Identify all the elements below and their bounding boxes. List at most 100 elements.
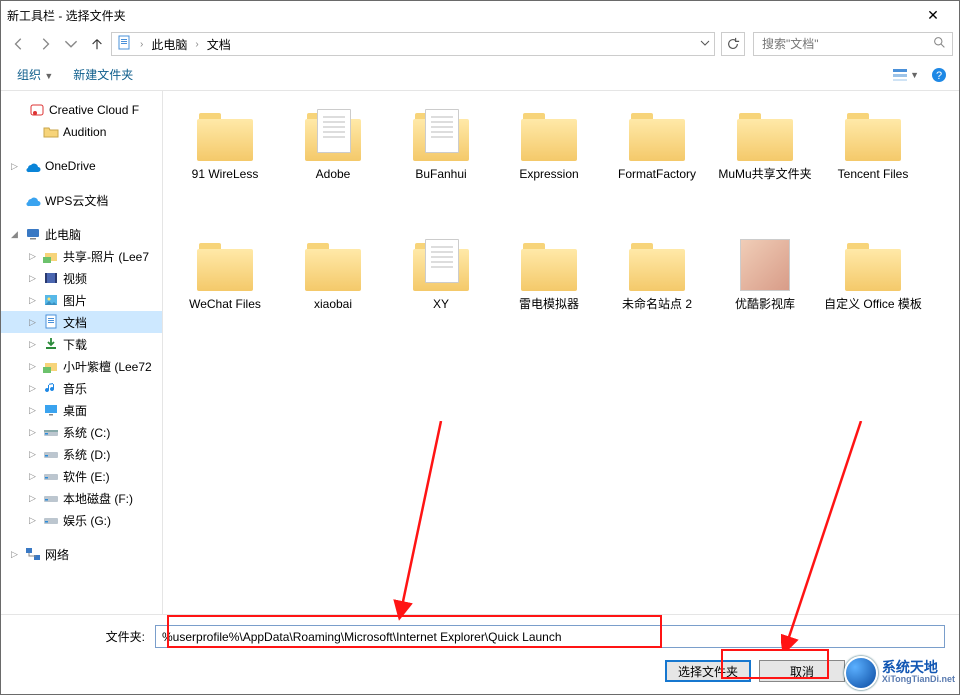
file-list[interactable]: 91 WireLess Adobe BuFanhui Expression Format… (163, 91, 959, 614)
breadcrumb-root[interactable]: 此电脑 (151, 36, 187, 53)
tree-item-desktop[interactable]: ▷桌面 (1, 399, 162, 421)
folder-icon (733, 109, 797, 161)
expand-icon[interactable]: ▷ (29, 449, 39, 460)
refresh-button[interactable] (721, 32, 745, 56)
up-button[interactable] (85, 32, 109, 56)
file-item[interactable]: 91 WireLess (171, 101, 279, 231)
file-item[interactable]: xiaobai (279, 231, 387, 361)
expand-icon[interactable]: ▷ (29, 317, 39, 328)
expand-icon[interactable]: ▷ (29, 295, 39, 306)
tree-item-this-pc[interactable]: ◢此电脑 (1, 223, 162, 245)
file-item[interactable]: Tencent Files (819, 101, 927, 231)
new-folder-button[interactable]: 新建文件夹 (65, 62, 141, 87)
location-icon (116, 35, 132, 54)
tree-item-audition[interactable]: Audition (1, 121, 162, 143)
tree-item-music[interactable]: ▷音乐 (1, 377, 162, 399)
tree-item-creative-cloud[interactable]: Creative Cloud F (1, 99, 162, 121)
tree-item-drive-f[interactable]: ▷本地磁盘 (F:) (1, 487, 162, 509)
file-item[interactable]: Adobe (279, 101, 387, 231)
expand-icon[interactable]: ▷ (29, 273, 39, 284)
svg-text:?: ? (936, 70, 942, 82)
drive-icon (43, 512, 59, 528)
file-item[interactable]: FormatFactory (603, 101, 711, 231)
expand-icon[interactable]: ▷ (29, 361, 39, 372)
navigation-tree[interactable]: Creative Cloud F Audition ▷OneDrive WPS云… (1, 91, 163, 614)
file-label: Adobe (316, 167, 351, 182)
expand-icon[interactable]: ▷ (29, 251, 39, 262)
tree-item-drive-c[interactable]: ▷系统 (C:) (1, 421, 162, 443)
collapse-icon[interactable]: ◢ (11, 229, 21, 240)
file-label: MuMu共享文件夹 (718, 167, 811, 182)
expand-icon[interactable]: ▷ (29, 405, 39, 416)
tree-item-drive-e[interactable]: ▷软件 (E:) (1, 465, 162, 487)
expand-icon[interactable]: ▷ (29, 427, 39, 438)
folder-icon (517, 239, 581, 291)
address-bar[interactable]: › 此电脑 › 文档 (111, 32, 715, 56)
file-item[interactable]: Expression (495, 101, 603, 231)
drive-icon (43, 468, 59, 484)
tree-item-onedrive[interactable]: ▷OneDrive (1, 155, 162, 177)
folder-icon (841, 239, 905, 291)
recent-dropdown[interactable] (59, 32, 83, 56)
drive-icon (43, 424, 59, 440)
folder-icon (301, 239, 365, 291)
video-icon (43, 270, 59, 286)
folder-icon (193, 109, 257, 161)
expand-icon[interactable]: ▷ (29, 383, 39, 394)
expand-icon[interactable]: ▷ (29, 471, 39, 482)
file-item[interactable]: BuFanhui (387, 101, 495, 231)
footer: 文件夹: 选择文件夹 取消 (1, 614, 959, 694)
search-box[interactable] (753, 32, 953, 56)
expand-icon[interactable]: ▷ (29, 339, 39, 350)
tree-item-video[interactable]: ▷视频 (1, 267, 162, 289)
tree-item-wps[interactable]: WPS云文档 (1, 189, 162, 211)
folder-path-input[interactable] (155, 625, 945, 648)
expand-icon[interactable]: ▷ (29, 493, 39, 504)
tree-item-drive-g[interactable]: ▷娱乐 (G:) (1, 509, 162, 531)
search-icon (933, 36, 946, 52)
file-item[interactable]: 未命名站点 2 (603, 231, 711, 361)
file-item[interactable]: MuMu共享文件夹 (711, 101, 819, 231)
help-button[interactable]: ? (927, 65, 951, 85)
tree-item-documents[interactable]: ▷文档 (1, 311, 162, 333)
file-item[interactable]: 自定义 Office 模板 (819, 231, 927, 361)
back-button[interactable] (7, 32, 31, 56)
search-input[interactable] (760, 36, 933, 52)
file-item[interactable]: XY (387, 231, 495, 361)
expand-icon[interactable]: ▷ (11, 161, 21, 172)
tree-item-xiaoye[interactable]: ▷小叶紫檀 (Lee72 (1, 355, 162, 377)
folder-icon (193, 239, 257, 291)
close-button[interactable]: ✕ (913, 7, 953, 24)
file-item[interactable]: WeChat Files (171, 231, 279, 361)
expand-icon[interactable]: ▷ (11, 549, 21, 560)
cancel-button[interactable]: 取消 (759, 660, 845, 682)
tree-item-drive-d[interactable]: ▷系统 (D:) (1, 443, 162, 465)
expand-icon[interactable]: ▷ (29, 515, 39, 526)
tree-item-downloads[interactable]: ▷下载 (1, 333, 162, 355)
dialog-window: 新工具栏 - 选择文件夹 ✕ › 此电脑 › 文档 组织 ▼ 新建文件夹 ▼ ? (0, 0, 960, 695)
view-options-button[interactable]: ▼ (888, 65, 923, 85)
desktop-icon (43, 402, 59, 418)
tree-item-network[interactable]: ▷网络 (1, 543, 162, 565)
creative-cloud-icon (29, 102, 45, 118)
file-label: Expression (519, 167, 578, 182)
breadcrumb-current[interactable]: 文档 (207, 36, 231, 53)
breadcrumb-sep-icon: › (138, 39, 145, 50)
file-label: 未命名站点 2 (622, 297, 692, 312)
folder-label: 文件夹: (15, 628, 145, 645)
onedrive-icon (25, 158, 41, 174)
address-dropdown-icon[interactable] (700, 37, 710, 51)
forward-button[interactable] (33, 32, 57, 56)
tree-item-share-photos[interactable]: ▷共享-照片 (Lee7 (1, 245, 162, 267)
select-folder-button[interactable]: 选择文件夹 (665, 660, 751, 682)
share-icon (43, 248, 59, 264)
share-icon (43, 358, 59, 374)
folder-icon (841, 109, 905, 161)
file-item[interactable]: 雷电模拟器 (495, 231, 603, 361)
tree-item-pictures[interactable]: ▷图片 (1, 289, 162, 311)
body: Creative Cloud F Audition ▷OneDrive WPS云… (1, 91, 959, 614)
network-icon (25, 546, 41, 562)
organize-menu[interactable]: 组织 ▼ (9, 62, 61, 87)
folder-icon (517, 109, 581, 161)
file-item[interactable]: 优酷影视库 (711, 231, 819, 361)
